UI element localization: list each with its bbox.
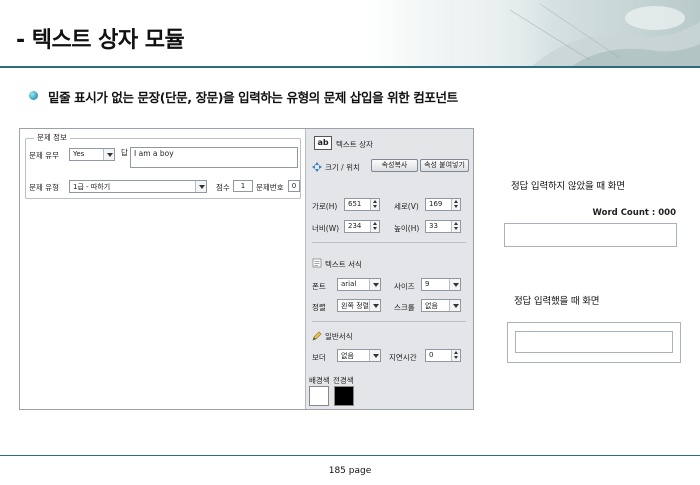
border-color-label: 전경색 xyxy=(333,376,354,385)
problem-number-input[interactable]: 0 xyxy=(288,180,300,192)
spinner-icon[interactable] xyxy=(451,350,460,361)
scroll-label: 스크롤 xyxy=(394,303,415,312)
w-stepper[interactable]: 234 xyxy=(344,220,380,233)
chevron-down-icon xyxy=(449,279,460,290)
textbox-type-icon: ab xyxy=(314,136,332,150)
problem-number-label: 문제번호 xyxy=(256,183,284,192)
text-format-icon xyxy=(312,258,322,268)
pencil-icon xyxy=(312,331,322,341)
delay-label: 지연시간 xyxy=(389,353,417,362)
has-problem-value: Yes xyxy=(73,150,85,158)
has-problem-label: 문제 유무 xyxy=(29,151,59,160)
page-title: - 텍스트 상자 모듈 xyxy=(16,28,185,53)
chevron-down-icon xyxy=(195,181,206,192)
problem-number-value: 0 xyxy=(291,182,297,190)
width-value: 651 xyxy=(348,200,362,208)
chevron-down-icon xyxy=(449,300,460,311)
problem-type-value: 1급 - 따하기 xyxy=(73,183,111,191)
h-stepper[interactable]: 33 xyxy=(425,220,461,233)
spinner-icon[interactable] xyxy=(451,199,460,210)
answer-label: 답 xyxy=(121,148,128,157)
problem-type-label: 문제 유형 xyxy=(29,183,59,192)
editor-panel: 문제 정보 문제 유무 Yes 답 I am a boy 문제 유형 1급 - … xyxy=(19,128,474,410)
not-entered-caption: 정답 입력하지 않았을 때 화면 xyxy=(511,181,625,192)
border-label: 보더 xyxy=(312,353,326,362)
header-banner: - 텍스트 상자 모듈 xyxy=(0,0,700,68)
align-value: 왼쪽 정렬 xyxy=(341,302,369,310)
width-stepper[interactable]: 651 xyxy=(344,198,380,211)
size-select[interactable]: 9 xyxy=(421,278,461,291)
score-input[interactable]: 1 xyxy=(233,180,253,192)
chevron-down-icon xyxy=(103,149,114,160)
move-icon xyxy=(312,162,322,172)
section-subtitle: 밑줄 표시가 없는 문장(단문, 장문)을 입력하는 유형의 문제 삽입을 위한… xyxy=(48,90,458,105)
border-value: 없음 xyxy=(341,352,354,360)
score-label: 점수 xyxy=(216,183,230,192)
score-value: 1 xyxy=(240,182,246,190)
height-label: 세로(V) xyxy=(394,202,419,211)
bg-color-swatch[interactable] xyxy=(309,386,329,406)
textbox-label: 텍스트 상자 xyxy=(336,140,373,149)
w-label: 너비(W) xyxy=(312,224,340,233)
header-photo-image xyxy=(450,0,700,68)
size-position-label: 크기 / 위치 xyxy=(325,163,360,172)
bg-color-label: 배경색 xyxy=(309,376,330,385)
font-label: 폰트 xyxy=(312,282,326,291)
scroll-value: 없음 xyxy=(425,302,438,310)
empty-answer-textbox[interactable] xyxy=(504,223,677,247)
answer-value: I am a boy xyxy=(134,149,174,158)
has-problem-select[interactable]: Yes xyxy=(69,148,115,161)
chevron-down-icon xyxy=(369,300,380,311)
height-stepper[interactable]: 169 xyxy=(425,198,461,211)
h-label: 높이(H) xyxy=(394,224,420,233)
size-label: 사이즈 xyxy=(394,282,415,291)
bullet-icon xyxy=(29,91,38,100)
word-count-label: Word Count : 000 xyxy=(592,208,676,218)
scroll-select[interactable]: 없음 xyxy=(421,299,461,312)
filled-answer-frame xyxy=(507,322,681,363)
font-select[interactable]: arial xyxy=(337,278,381,291)
chevron-down-icon xyxy=(369,350,380,361)
answer-input[interactable]: I am a boy xyxy=(130,147,298,168)
section-divider xyxy=(312,242,466,243)
copy-props-button[interactable]: 속성복사 xyxy=(371,159,418,172)
h-value: 33 xyxy=(429,222,438,230)
align-select[interactable]: 왼쪽 정렬 xyxy=(337,299,381,312)
align-label: 정렬 xyxy=(312,303,326,312)
border-color-swatch[interactable] xyxy=(334,386,354,406)
spinner-icon[interactable] xyxy=(451,221,460,232)
paste-props-button[interactable]: 속성 붙여넣기 xyxy=(420,159,469,172)
border-select[interactable]: 없음 xyxy=(337,349,381,362)
chevron-down-icon xyxy=(369,279,380,290)
width-label: 가로(H) xyxy=(312,202,338,211)
delay-value: 0 xyxy=(429,351,434,359)
general-format-label: 일반서식 xyxy=(325,332,353,341)
page-number: 185 page xyxy=(328,466,372,476)
spinner-icon[interactable] xyxy=(370,221,379,232)
delay-stepper[interactable]: 0 xyxy=(425,349,461,362)
section-divider xyxy=(312,321,466,322)
properties-area: ab 텍스트 상자 크기 / 위치 속성복사 속성 붙여넣기 가로(H) 651… xyxy=(305,129,473,409)
size-value: 9 xyxy=(425,280,430,288)
problem-info-group: 문제 정보 문제 유무 Yes 답 I am a boy 문제 유형 1급 - … xyxy=(25,132,301,199)
footer-divider xyxy=(0,455,700,456)
font-value: arial xyxy=(341,280,357,288)
header-divider xyxy=(0,66,700,68)
spinner-icon[interactable] xyxy=(370,199,379,210)
filled-answer-textbox[interactable] xyxy=(515,331,673,353)
problem-info-area: 문제 정보 문제 유무 Yes 답 I am a boy 문제 유형 1급 - … xyxy=(20,129,304,409)
problem-info-group-label: 문제 정보 xyxy=(34,132,70,143)
w-value: 234 xyxy=(348,222,362,230)
height-value: 169 xyxy=(429,200,443,208)
problem-type-select[interactable]: 1급 - 따하기 xyxy=(69,180,207,193)
entered-caption: 정답 입력했을 때 화면 xyxy=(514,296,600,307)
text-format-label: 텍스트 서식 xyxy=(325,260,362,269)
